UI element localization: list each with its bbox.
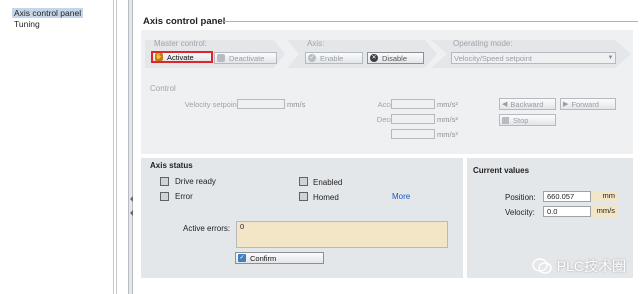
check-icon: ✓ (308, 54, 316, 62)
acceleration-field[interactable] (391, 99, 435, 109)
backward-button-label: Backward (510, 99, 544, 109)
current-velocity-label: Velocity: (505, 208, 535, 217)
confirm-button[interactable]: ✓ Confirm (235, 252, 324, 264)
stop-icon (502, 116, 509, 124)
deactivate-button[interactable]: Deactivate (214, 52, 277, 64)
master-control-label: Master control: (154, 39, 207, 48)
backward-button[interactable]: ◀ Backward (499, 98, 556, 110)
jerk-unit: mm/s³ (437, 130, 458, 139)
deactivate-button-label: Deactivate (229, 53, 265, 63)
current-values-title: Current values (473, 166, 530, 175)
operating-mode-label: Operating mode: (453, 39, 513, 48)
navigation-tree: Axis control panel Tuning (0, 0, 128, 294)
drive-ready-indicator (160, 177, 169, 186)
tree-item-axis-control-panel[interactable]: Axis control panel (12, 8, 84, 18)
collapse-arrow-icon[interactable] (130, 196, 133, 202)
homed-label: Homed (313, 193, 339, 202)
acceleration-unit: mm/s² (437, 100, 458, 109)
velocity-setpoint-field[interactable] (237, 99, 285, 109)
confirm-button-label: Confirm (250, 253, 277, 263)
collapse-arrow-icon[interactable] (130, 210, 133, 216)
position-label: Position: (505, 193, 536, 202)
chevron-down-icon[interactable]: ▼ (606, 55, 615, 61)
wechat-icon (532, 258, 552, 274)
active-errors-label: Active errors: (183, 224, 231, 233)
confirm-icon: ✓ (238, 254, 246, 262)
error-indicator (160, 192, 169, 201)
arrow-left-icon: ◀ (502, 101, 508, 108)
axis-status-title: Axis status (150, 161, 193, 170)
watermark-text: PLC技术圈 (556, 258, 626, 274)
current-velocity-value: 0.0 (543, 206, 591, 217)
enabled-label: Enabled (313, 178, 343, 187)
operating-mode-select[interactable]: Velocity/Speed setpoint ▼ (451, 52, 616, 64)
tree-border-line (116, 0, 117, 294)
velocity-setpoint-label: Velocity setpoint: (184, 100, 241, 109)
active-errors-field: 0 (236, 221, 448, 248)
enable-button-label: Enable (320, 53, 344, 63)
axis-label: Axis: (307, 39, 325, 48)
current-velocity-unit: mm/s (591, 206, 617, 217)
position-unit: mm (591, 191, 617, 202)
enabled-indicator (299, 177, 308, 186)
activate-button[interactable]: ✋ Activate (151, 51, 213, 63)
enable-button[interactable]: ✓ Enable (305, 52, 363, 64)
forward-button[interactable]: ▶ Forward (560, 98, 616, 110)
operating-mode-value: Velocity/Speed setpoint (454, 53, 532, 63)
tree-item-tuning[interactable]: Tuning (14, 19, 40, 29)
title-divider (224, 21, 638, 22)
page-title: Axis control panel (143, 16, 226, 27)
stop-button[interactable]: Stop (499, 114, 556, 126)
forward-button-label: Forward (571, 99, 599, 109)
disable-button-label: Disable (382, 53, 408, 63)
more-link[interactable]: More (392, 192, 410, 201)
tree-border-line (113, 0, 114, 294)
arrow-right-icon: ▶ (563, 101, 569, 108)
drive-ready-label: Drive ready (175, 177, 216, 186)
hand-icon (217, 54, 225, 62)
error-label: Error (175, 192, 193, 201)
close-icon: ✕ (370, 54, 378, 62)
activate-button-label: Activate (167, 52, 194, 62)
axis-status-section: Axis status Drive ready Error Enabled Ho… (141, 158, 463, 278)
jerk-field[interactable] (391, 129, 435, 139)
control-area: Master control: ✋ Activate Deactivate Ax… (141, 30, 633, 154)
homed-indicator (299, 192, 308, 201)
velocity-setpoint-unit: mm/s (287, 100, 306, 109)
disable-button[interactable]: ✕ Disable (367, 52, 424, 64)
stop-button-label: Stop (513, 115, 529, 125)
deceleration-unit: mm/s² (437, 115, 458, 124)
position-value: 660.057 (543, 191, 591, 202)
axis-control-panel: Axis control panel Master control: ✋ Act… (134, 0, 640, 294)
panel-splitter[interactable] (128, 0, 133, 294)
hand-icon: ✋ (155, 53, 163, 61)
watermark: PLC技术圈 (532, 256, 626, 276)
control-section-label: Control (150, 84, 176, 93)
deceleration-field[interactable] (391, 114, 435, 124)
